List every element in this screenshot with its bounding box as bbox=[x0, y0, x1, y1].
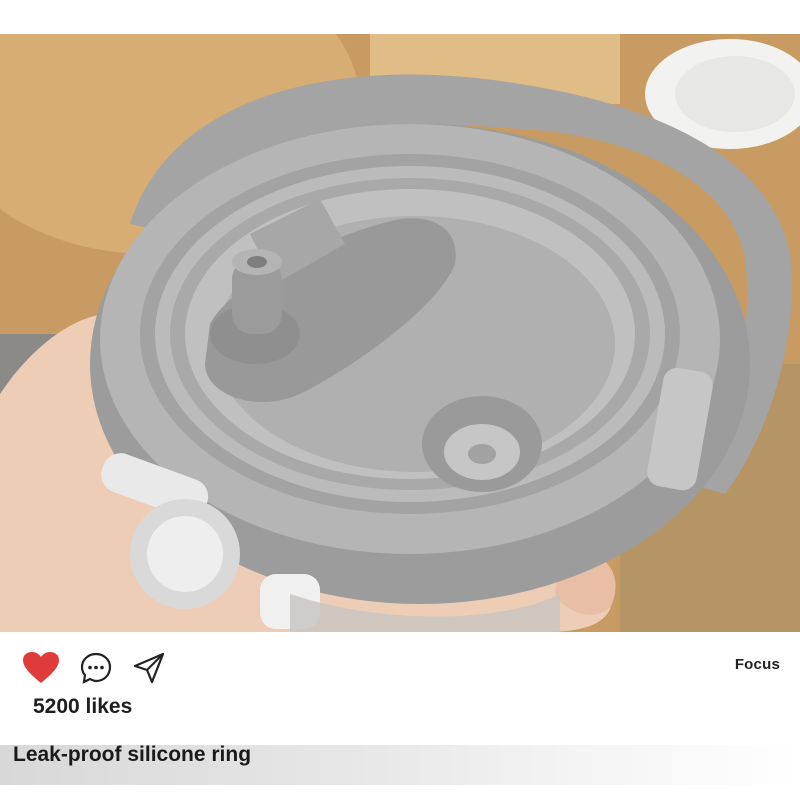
lid-photo-illustration bbox=[0, 34, 800, 632]
post-actions-bar bbox=[0, 632, 800, 702]
heart-icon[interactable] bbox=[22, 651, 60, 685]
top-whitespace bbox=[0, 0, 800, 34]
likes-count: 5200 likes bbox=[33, 695, 133, 718]
focus-button[interactable]: Focus bbox=[735, 656, 780, 673]
post-caption: Leak-proof silicone ring bbox=[13, 743, 252, 766]
comment-icon[interactable] bbox=[79, 651, 113, 685]
share-icon[interactable] bbox=[132, 651, 166, 685]
post-photo[interactable] bbox=[0, 34, 800, 632]
